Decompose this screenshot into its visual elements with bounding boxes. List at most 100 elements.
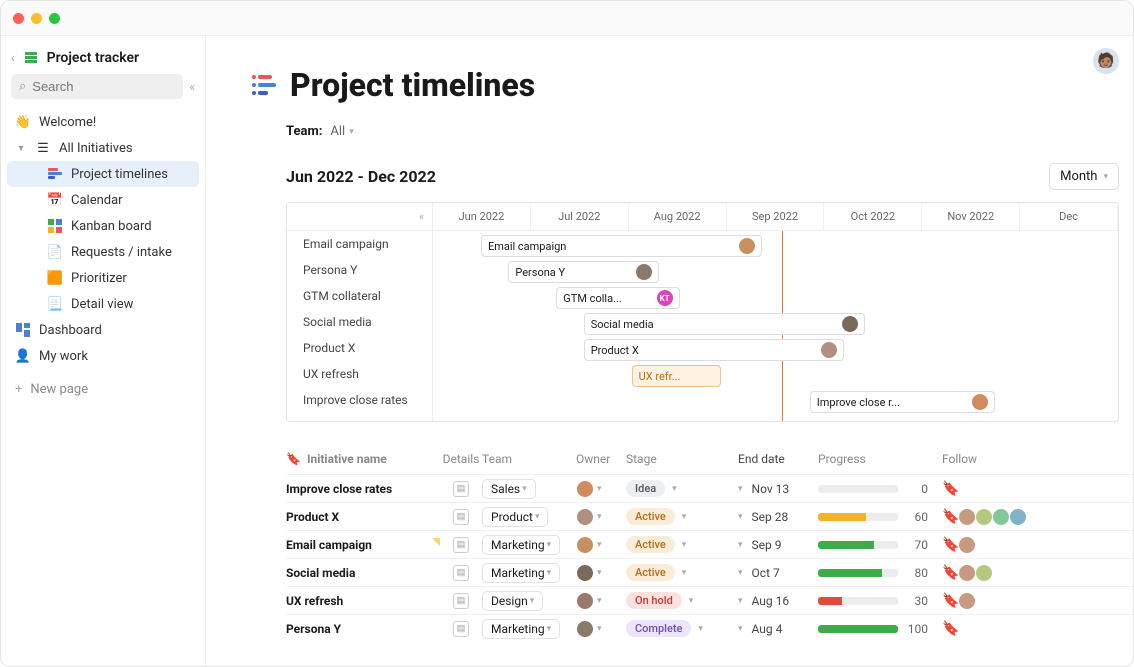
sidebar-item-detail-view[interactable]: 📃Detail view bbox=[7, 291, 199, 317]
new-page-button[interactable]: + New page bbox=[1, 377, 205, 402]
back-icon[interactable]: ‹ bbox=[11, 51, 15, 65]
avatar bbox=[821, 342, 837, 358]
owner-avatar[interactable] bbox=[576, 536, 594, 554]
chevron-down-icon[interactable]: ▾ bbox=[689, 596, 694, 606]
view-scale-selector[interactable]: Month ▾ bbox=[1049, 163, 1119, 190]
gantt-bar[interactable]: Product X bbox=[584, 339, 844, 361]
table-row[interactable]: Persona Y▤Marketing ▾▾Complete▾▾Aug 4100… bbox=[286, 614, 1133, 642]
chevron-down-icon[interactable]: ▾ bbox=[738, 512, 743, 522]
owner-avatar[interactable] bbox=[576, 592, 594, 610]
chevron-down-icon[interactable]: ▾ bbox=[738, 540, 743, 550]
bookmark-icon: 🔖 bbox=[286, 452, 301, 466]
details-icon[interactable]: ▤ bbox=[453, 537, 469, 553]
chevron-down-icon: ▾ bbox=[530, 596, 535, 606]
gantt-row-name[interactable]: Social media bbox=[287, 309, 432, 335]
chevron-down-icon[interactable]: ▾ bbox=[698, 624, 703, 634]
chevron-down-icon[interactable]: ▾ bbox=[597, 512, 602, 522]
stage-pill[interactable]: Idea bbox=[626, 480, 665, 497]
search-icon: ⌕ bbox=[19, 79, 26, 94]
chevron-down-icon[interactable]: ▾ bbox=[738, 624, 743, 634]
sidebar-item-project-timelines[interactable]: Project timelines bbox=[7, 161, 199, 187]
search-input[interactable] bbox=[32, 79, 175, 94]
maximize-window[interactable] bbox=[49, 13, 60, 24]
stage-pill[interactable]: On hold bbox=[626, 592, 682, 609]
sidebar-item-all-initiatives[interactable]: ▾☰All Initiatives bbox=[7, 135, 199, 161]
team-selector[interactable]: Sales ▾ bbox=[482, 479, 536, 499]
gantt-bar[interactable]: Improve close r... bbox=[810, 391, 995, 413]
gantt-row-name[interactable]: Improve close rates bbox=[287, 387, 432, 413]
table-row[interactable]: Email campaign▤Marketing ▾▾Active▾▾Sep 9… bbox=[286, 530, 1133, 558]
details-icon[interactable]: ▤ bbox=[453, 481, 469, 497]
sidebar-item-dashboard[interactable]: Dashboard bbox=[7, 317, 199, 343]
gantt-row-name[interactable]: GTM collateral bbox=[287, 283, 432, 309]
progress-value: 100 bbox=[906, 622, 928, 636]
team-selector[interactable]: Design ▾ bbox=[482, 591, 543, 611]
gantt-bar[interactable]: Social media bbox=[584, 313, 865, 335]
sidebar-item-calendar[interactable]: 📅Calendar bbox=[7, 187, 199, 213]
chevron-down-icon[interactable]: ▾ bbox=[597, 624, 602, 634]
owner-avatar[interactable] bbox=[576, 480, 594, 498]
details-icon[interactable]: ▤ bbox=[453, 565, 469, 581]
owner-avatar[interactable] bbox=[576, 508, 594, 526]
item-icon: 👤 bbox=[15, 348, 31, 364]
chevron-down-icon[interactable]: ▾ bbox=[597, 596, 602, 606]
gantt-row-name[interactable]: Persona Y bbox=[287, 257, 432, 283]
sidebar-collapse-icon[interactable]: « bbox=[189, 80, 195, 94]
stage-pill[interactable]: Active bbox=[626, 536, 675, 553]
gantt-bar[interactable]: Persona Y bbox=[508, 261, 659, 283]
bookmark-icon[interactable]: 🔖 bbox=[942, 565, 959, 581]
stage-pill[interactable]: Complete bbox=[626, 620, 691, 637]
chevron-down-icon[interactable]: ▾ bbox=[682, 512, 687, 522]
table-row[interactable]: Product X▤Product ▾▾Active▾▾Sep 2860🔖 bbox=[286, 502, 1133, 530]
team-selector[interactable]: Marketing ▾ bbox=[482, 619, 560, 639]
details-icon[interactable]: ▤ bbox=[453, 593, 469, 609]
bookmark-icon[interactable]: 🔖 bbox=[942, 537, 959, 553]
sidebar-item-welcome-[interactable]: 👋Welcome! bbox=[7, 109, 199, 135]
gantt-row-name[interactable]: Email campaign bbox=[287, 231, 432, 257]
bookmark-icon[interactable]: 🔖 bbox=[942, 481, 959, 497]
gantt-bar[interactable]: GTM colla...KT bbox=[556, 287, 679, 309]
team-selector[interactable]: Marketing ▾ bbox=[482, 535, 560, 555]
bookmark-icon[interactable]: 🔖 bbox=[942, 593, 959, 609]
gantt-row-name[interactable]: UX refresh bbox=[287, 361, 432, 387]
search-box[interactable]: ⌕ bbox=[11, 74, 183, 99]
minimize-window[interactable] bbox=[31, 13, 42, 24]
sidebar-item-kanban-board[interactable]: Kanban board bbox=[7, 213, 199, 239]
chevron-down-icon[interactable]: ▾ bbox=[738, 484, 743, 494]
table-row[interactable]: UX refresh▤Design ▾▾On hold▾▾Aug 1630🔖 bbox=[286, 586, 1133, 614]
chevron-down-icon[interactable]: ▾ bbox=[597, 484, 602, 494]
chevron-down-icon[interactable]: ▾ bbox=[597, 540, 602, 550]
gantt-bar[interactable]: Email campaign bbox=[481, 235, 762, 257]
bookmark-icon[interactable]: 🔖 bbox=[942, 509, 959, 525]
details-icon[interactable]: ▤ bbox=[453, 509, 469, 525]
chevron-down-icon[interactable]: ▾ bbox=[682, 568, 687, 578]
stage-pill[interactable]: Active bbox=[626, 564, 675, 581]
item-icon: 📄 bbox=[47, 244, 63, 260]
owner-avatar[interactable] bbox=[576, 620, 594, 638]
table-row[interactable]: Improve close rates▤Sales ▾▾Idea▾▾Nov 13… bbox=[286, 474, 1133, 502]
close-window[interactable] bbox=[13, 13, 24, 24]
gantt-collapse-icon[interactable]: « bbox=[419, 210, 424, 223]
owner-avatar[interactable] bbox=[576, 564, 594, 582]
gantt-bar[interactable]: UX refr... bbox=[632, 365, 721, 387]
team-selector[interactable]: Product ▾ bbox=[482, 507, 548, 527]
chevron-down-icon[interactable]: ▾ bbox=[597, 568, 602, 578]
sidebar-item-requests-intake[interactable]: 📄Requests / intake bbox=[7, 239, 199, 265]
chevron-down-icon[interactable]: ▾ bbox=[738, 568, 743, 578]
sidebar-item-my-work[interactable]: 👤My work bbox=[7, 343, 199, 369]
gantt-row-name[interactable]: Product X bbox=[287, 335, 432, 361]
sidebar-item-prioritizer[interactable]: 🟧Prioritizer bbox=[7, 265, 199, 291]
chevron-down-icon[interactable]: ▾ bbox=[682, 540, 687, 550]
avatar bbox=[739, 238, 755, 254]
stage-pill[interactable]: Active bbox=[626, 508, 675, 525]
user-avatar[interactable]: 🧑🏽 bbox=[1093, 48, 1119, 74]
team-selector[interactable]: All ▾ bbox=[330, 124, 353, 139]
table-row[interactable]: Social media▤Marketing ▾▾Active▾▾Oct 780… bbox=[286, 558, 1133, 586]
sidebar-item-label: Detail view bbox=[71, 297, 133, 312]
chevron-down-icon[interactable]: ▾ bbox=[672, 484, 677, 494]
team-label: Team: bbox=[286, 124, 322, 139]
details-icon[interactable]: ▤ bbox=[453, 621, 469, 637]
bookmark-icon[interactable]: 🔖 bbox=[942, 621, 959, 637]
team-selector[interactable]: Marketing ▾ bbox=[482, 563, 560, 583]
chevron-down-icon[interactable]: ▾ bbox=[738, 596, 743, 606]
